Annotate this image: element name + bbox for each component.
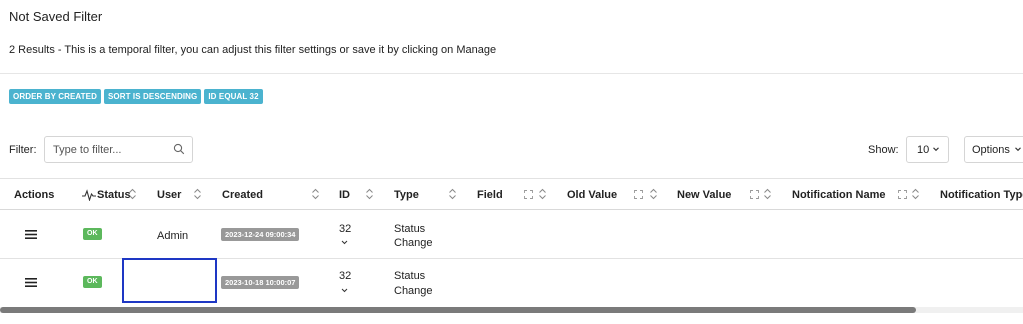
filter-label: Filter: <box>9 144 37 156</box>
tag-id-equal[interactable]: ID EQUAL 32 <box>204 89 263 104</box>
page-title: Not Saved Filter <box>9 9 103 24</box>
id-cell: 32 <box>339 223 352 235</box>
column-header-id[interactable]: ID <box>339 189 350 201</box>
created-badge: 2023-12-24 09:00:34 <box>221 228 300 241</box>
sort-icon[interactable] <box>448 188 457 200</box>
options-label: Options <box>972 144 1010 156</box>
hamburger-icon[interactable] <box>25 230 37 239</box>
column-header-actions: Actions <box>14 189 55 201</box>
column-header-created[interactable]: Created <box>222 189 263 201</box>
results-summary: 2 Results - This is a temporal filter, y… <box>9 44 497 56</box>
sort-icon[interactable] <box>311 188 320 200</box>
search-icon <box>173 143 185 155</box>
header-bottom-border <box>0 209 1023 210</box>
sort-icon[interactable] <box>911 188 920 200</box>
sort-icon[interactable] <box>128 188 137 200</box>
sort-icon[interactable] <box>538 188 547 200</box>
column-header-status[interactable]: Status <box>97 189 131 201</box>
sort-icon[interactable] <box>193 188 202 200</box>
show-label: Show: <box>868 144 899 156</box>
sort-icon[interactable] <box>365 188 374 200</box>
hamburger-icon[interactable] <box>25 278 37 287</box>
expand-icon[interactable] <box>524 190 533 199</box>
sort-icon[interactable] <box>763 188 772 200</box>
status-badge: OK <box>83 228 102 240</box>
filter-field[interactable] <box>44 136 193 163</box>
column-header-old-value[interactable]: Old Value <box>567 189 617 201</box>
tag-order-by[interactable]: ORDER BY CREATED <box>9 89 101 104</box>
page-size-value: 10 <box>917 144 930 156</box>
chevron-down-icon[interactable] <box>341 288 348 293</box>
tag-sort[interactable]: SORT IS DESCENDING <box>103 89 202 104</box>
column-header-field[interactable]: Field <box>477 189 503 201</box>
selected-cell-highlight <box>122 258 217 303</box>
filter-input[interactable] <box>53 143 168 157</box>
user-cell: Admin <box>157 230 189 242</box>
expand-icon[interactable] <box>634 190 643 199</box>
divider <box>0 73 1023 74</box>
options-button[interactable]: Options <box>964 136 1023 163</box>
active-filter-tags: ORDER BY CREATED SORT IS DESCENDING ID E… <box>9 89 263 104</box>
page-size-select[interactable]: 10 <box>906 136 949 163</box>
created-badge: 2023-10-18 10:00:07 <box>221 276 300 289</box>
column-header-new-value[interactable]: New Value <box>677 189 731 201</box>
column-header-user[interactable]: User <box>157 189 181 201</box>
pulse-icon <box>82 189 96 201</box>
type-cell-line1: Status <box>394 223 426 235</box>
chevron-down-icon[interactable] <box>341 240 348 245</box>
scrollbar-thumb[interactable] <box>0 307 916 313</box>
column-header-notification-name[interactable]: Notification Name <box>792 189 886 201</box>
type-cell-line1: Status <box>394 270 426 282</box>
column-header-type[interactable]: Type <box>394 189 419 201</box>
type-cell-line2: Change <box>394 285 433 297</box>
status-badge: OK <box>83 276 102 288</box>
id-cell: 32 <box>339 270 352 282</box>
sort-icon[interactable] <box>649 188 658 200</box>
chevron-down-icon <box>933 147 939 152</box>
table-top-border <box>0 178 1023 179</box>
column-header-notification-type[interactable]: Notification Type <box>940 189 1023 201</box>
expand-icon[interactable] <box>898 190 907 199</box>
chevron-down-icon <box>1015 147 1021 152</box>
expand-icon[interactable] <box>750 190 759 199</box>
type-cell-line2: Change <box>394 237 433 249</box>
